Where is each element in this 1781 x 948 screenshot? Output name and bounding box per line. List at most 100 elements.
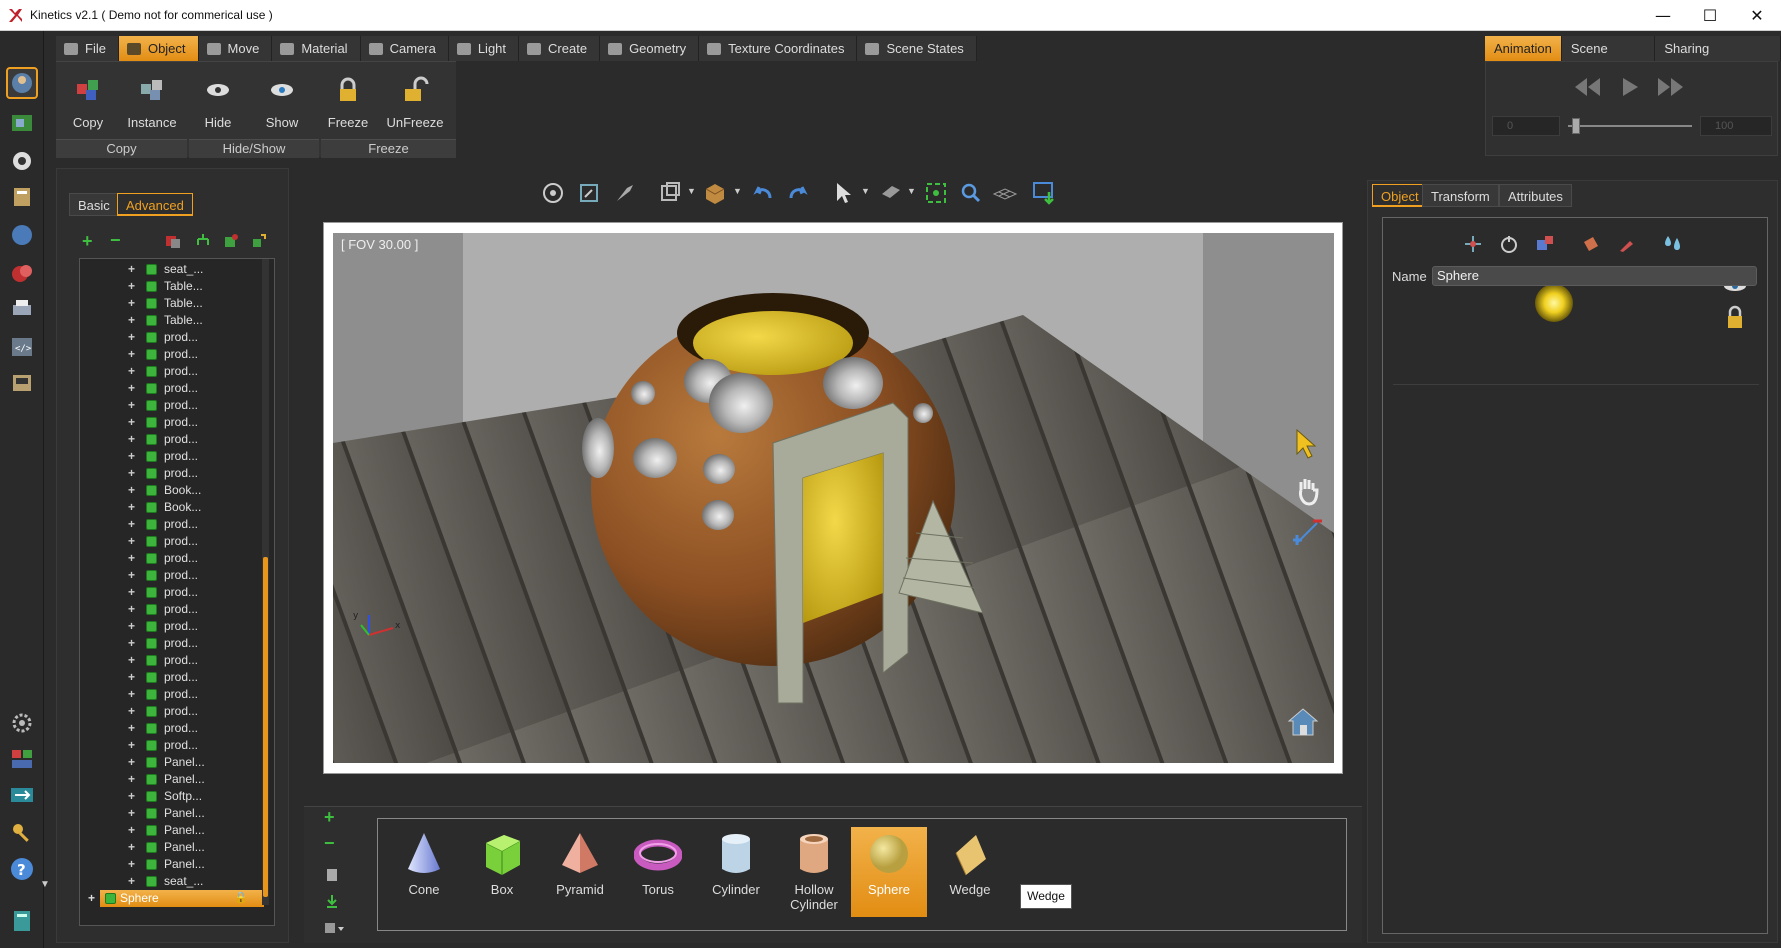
code-tool[interactable]: </> — [6, 331, 38, 363]
expand-icon[interactable]: + — [128, 669, 138, 686]
object-mode-tool[interactable] — [6, 67, 38, 99]
tab-scene-states-right[interactable]: Scene States — [1561, 36, 1656, 81]
view-options-icon[interactable] — [324, 921, 346, 935]
tree-item[interactable]: + prod... — [80, 737, 260, 754]
expand-icon[interactable]: + — [128, 601, 138, 618]
license-tool[interactable] — [6, 817, 38, 849]
tree-item[interactable]: + prod... — [80, 533, 260, 550]
maximize-button[interactable]: ☐ — [1687, 0, 1733, 31]
tree-item[interactable]: + prod... — [80, 652, 260, 669]
tab-camera[interactable]: Camera — [360, 36, 449, 61]
play-icon[interactable] — [1619, 76, 1641, 98]
grid-plane-icon[interactable] — [992, 180, 1018, 206]
scene-tree[interactable]: + seat_... + Table... + Table... + Table... + pro… — [79, 258, 275, 926]
material-tool[interactable] — [6, 257, 38, 289]
select-cursor-icon[interactable] — [830, 180, 856, 206]
expand-icon[interactable]: + — [128, 380, 138, 397]
group-delete-icon[interactable] — [165, 233, 181, 249]
tree-item[interactable]: + seat_... — [80, 261, 260, 278]
primitive-sphere[interactable]: Sphere — [851, 827, 927, 917]
sphere-tool[interactable] — [6, 219, 38, 251]
expand-icon[interactable]: + — [128, 822, 138, 839]
expand-icon[interactable]: + — [128, 703, 138, 720]
expand-icon[interactable]: + — [128, 414, 138, 431]
tree-item[interactable]: + prod... — [80, 686, 260, 703]
expand-icon[interactable]: + — [128, 516, 138, 533]
tab-object[interactable]: Object — [118, 36, 199, 61]
add-primitive-icon[interactable]: + — [324, 807, 335, 828]
timeline-slider[interactable] — [1568, 125, 1692, 127]
shading-box-icon[interactable] — [702, 180, 728, 206]
snap-icon[interactable] — [878, 180, 904, 206]
library-tool[interactable] — [6, 905, 38, 937]
tab-sharing-resources[interactable]: Sharing Resources — [1655, 36, 1781, 81]
transfer-tool[interactable] — [6, 779, 38, 811]
material-bucket-icon[interactable] — [1581, 234, 1601, 254]
shading-dropdown-icon[interactable]: ▼ — [733, 186, 742, 196]
pick-icon[interactable] — [612, 180, 638, 206]
node-move-icon[interactable] — [251, 233, 267, 249]
freeze-button[interactable]: Freeze — [316, 72, 380, 134]
scale-object-icon[interactable] — [1535, 234, 1555, 254]
home-view-icon[interactable] — [1283, 703, 1323, 743]
tree-item[interactable]: + Panel... — [80, 805, 260, 822]
tab-attributes[interactable]: Attributes — [1499, 184, 1572, 207]
show-button[interactable]: Show — [250, 72, 314, 134]
tab-move[interactable]: Move — [198, 36, 273, 61]
tree-scrollbar[interactable] — [262, 259, 269, 905]
tab-material[interactable]: Material — [272, 36, 361, 61]
scene-tool[interactable] — [6, 107, 38, 139]
tree-item[interactable]: + prod... — [80, 567, 260, 584]
primitive-box[interactable]: Box — [461, 827, 543, 917]
tree-item[interactable]: + prod... — [80, 720, 260, 737]
tree-item-selected[interactable]: + Sphere 🔒 — [88, 890, 264, 907]
expand-icon[interactable]: + — [128, 346, 138, 363]
help-tool[interactable]: ? — [6, 853, 38, 885]
lock-state-icon[interactable] — [1725, 304, 1745, 330]
start-frame-field[interactable]: 0 — [1492, 116, 1560, 136]
tree-item[interactable]: + Panel... — [80, 839, 260, 856]
minimize-button[interactable]: — — [1640, 0, 1686, 31]
fast-forward-icon[interactable] — [1656, 76, 1686, 98]
expand-icon[interactable]: + — [128, 805, 138, 822]
timeline-slider-handle[interactable] — [1572, 118, 1580, 134]
tree-item[interactable]: + prod... — [80, 431, 260, 448]
view-layout-icon[interactable] — [658, 180, 684, 206]
pan-hand-icon[interactable] — [1295, 476, 1321, 506]
tree-item[interactable]: + prod... — [80, 448, 260, 465]
expand-icon[interactable]: + — [128, 431, 138, 448]
book-tool[interactable] — [6, 181, 38, 213]
expand-icon[interactable]: + — [128, 465, 138, 482]
copy-button[interactable]: Copy — [56, 72, 120, 134]
tree-item[interactable]: + Book... — [80, 499, 260, 516]
expand-icon[interactable]: + — [128, 295, 138, 312]
tab-texture-coordinates[interactable]: Texture Coordinates — [699, 36, 858, 61]
expand-icon[interactable]: + — [128, 635, 138, 652]
pivot-icon[interactable] — [1499, 234, 1519, 254]
library-book-icon[interactable] — [325, 868, 339, 882]
tree-item[interactable]: + prod... — [80, 516, 260, 533]
end-frame-field[interactable]: 100 — [1700, 116, 1772, 136]
expand-icon[interactable]: + — [128, 499, 138, 516]
tab-create[interactable]: Create — [519, 36, 601, 61]
frame-selection-icon[interactable] — [923, 180, 949, 206]
orbit-icon[interactable] — [540, 180, 566, 206]
expand-icon[interactable]: + — [128, 397, 138, 414]
expand-icon[interactable]: + — [128, 771, 138, 788]
primitive-wedge[interactable]: Wedge — [929, 827, 1011, 917]
tree-item[interactable]: + Book... — [80, 482, 260, 499]
3d-viewport[interactable]: x y [ FOV 30.00 ] — [333, 233, 1334, 763]
zoom-region-icon[interactable] — [576, 180, 602, 206]
undo-icon[interactable] — [750, 180, 776, 206]
expand-icon[interactable]: + — [128, 567, 138, 584]
edit-tool-icon[interactable] — [1617, 234, 1637, 254]
expand-icon[interactable]: + — [128, 788, 138, 805]
primitive-cylinder[interactable]: Cylinder — [695, 827, 777, 917]
tree-item[interactable]: + Panel... — [80, 822, 260, 839]
expand-icon[interactable]: + — [128, 329, 138, 346]
expand-icon[interactable]: + — [128, 873, 138, 890]
tree-item[interactable]: + prod... — [80, 601, 260, 618]
export-view-icon[interactable] — [1032, 180, 1058, 206]
tree-item[interactable]: + prod... — [80, 635, 260, 652]
render-tool[interactable] — [6, 367, 38, 399]
